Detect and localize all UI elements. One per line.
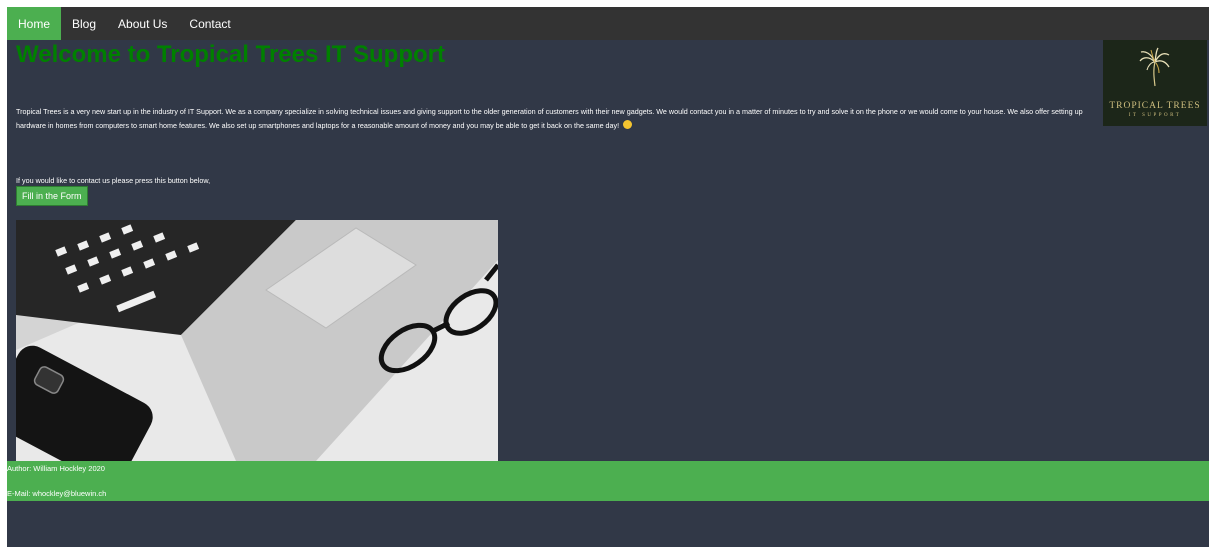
fill-form-button[interactable]: Fill in the Form (16, 186, 88, 206)
intro-text: Tropical Trees is a very new start up in… (16, 107, 1083, 130)
top-navbar: Home Blog About Us Contact (7, 7, 1209, 40)
footer-author: Author: William Hockley 2020 (7, 464, 105, 473)
page-frame: Home Blog About Us Contact Welcome to Tr… (7, 7, 1209, 547)
page-footer: Author: William Hockley 2020 E-Mail: who… (7, 461, 1209, 501)
palm-tree-icon (1139, 47, 1170, 87)
company-logo: TROPICAL TREES IT SUPPORT (1103, 40, 1207, 126)
nav-about-us[interactable]: About Us (107, 7, 178, 40)
intro-paragraph: Tropical Trees is a very new start up in… (16, 105, 1106, 133)
logo-name: TROPICAL TREES (1109, 101, 1201, 111)
footer-email: E-Mail: whockley@bluewin.ch (7, 489, 107, 498)
nav-blog[interactable]: Blog (61, 7, 107, 40)
nav-contact[interactable]: Contact (178, 7, 241, 40)
nav-home[interactable]: Home (7, 7, 62, 40)
logo-subtitle: IT SUPPORT (1128, 113, 1182, 118)
laptop-photo (7, 220, 500, 485)
page-title: Welcome to Tropical Trees IT Support (16, 41, 445, 68)
smiley-icon (623, 120, 633, 129)
